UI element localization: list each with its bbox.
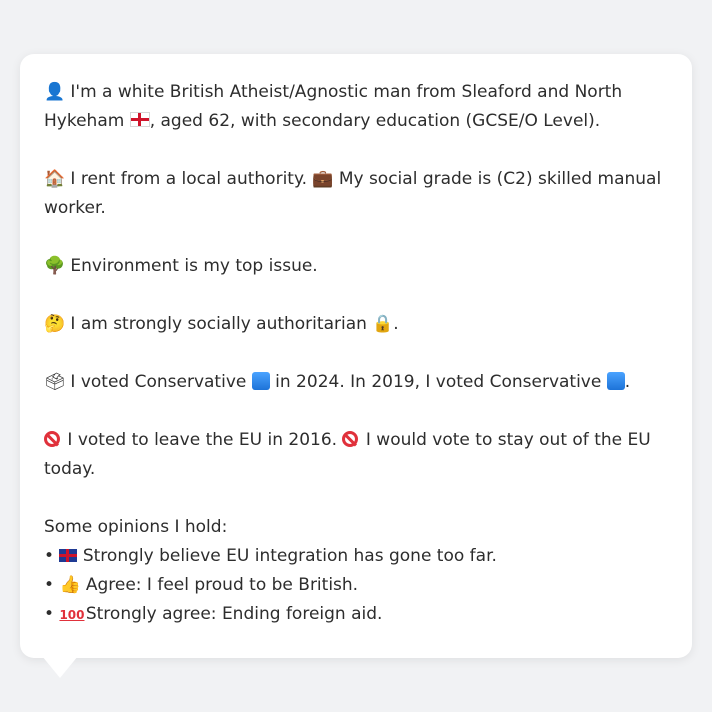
brexit-2016-text: I voted to leave the EU in 2016. xyxy=(67,430,338,450)
bullet: • xyxy=(44,546,55,566)
hundred-points-icon: 100 xyxy=(59,608,85,622)
demographics-text-suffix: , aged 62, with secondary education (GCS… xyxy=(149,111,601,131)
opinion-text: Agree: I feel proud to be British. xyxy=(85,575,359,595)
brexit-line: I voted to leave the EU in 2016. I would… xyxy=(44,426,668,484)
ideology-line: 🤔 I am strongly socially authoritarian 🔒… xyxy=(44,310,668,339)
opinion-item: • Strongly believe EU integration has go… xyxy=(44,542,668,571)
thinking-face-icon: 🤔 xyxy=(44,314,66,334)
england-flag-icon xyxy=(129,112,150,127)
bullet: • xyxy=(44,604,55,624)
ideology-end: . xyxy=(393,314,399,334)
bust-silhouette-icon: 👤 xyxy=(44,82,66,102)
ballot-box-icon: 🗳 xyxy=(44,372,66,392)
ideology-text: I am strongly socially authoritarian xyxy=(70,314,367,334)
vote-2019-text: in 2024. In 2019, I voted Conservative xyxy=(275,372,602,392)
housing-line: 🏠 I rent from a local authority. 💼 My so… xyxy=(44,165,668,223)
briefcase-icon: 💼 xyxy=(312,169,334,189)
voting-end: . xyxy=(624,372,631,392)
opinion-text: Strongly believe EU integration has gone… xyxy=(82,546,497,566)
tree-icon: 🌳 xyxy=(44,256,66,276)
housing-text: I rent from a local authority. xyxy=(70,169,307,189)
persona-card: 👤 I'm a white British Atheist/Agnostic m… xyxy=(20,54,692,658)
uk-flag-icon xyxy=(59,549,78,562)
bullet: • xyxy=(44,575,55,595)
blue-square-icon xyxy=(251,372,270,390)
opinion-text: Strongly agree: Ending foreign aid. xyxy=(85,604,383,624)
opinions-heading: Some opinions I hold: xyxy=(44,517,228,537)
demographics-line: 👤 I'm a white British Atheist/Agnostic m… xyxy=(44,78,668,136)
blue-square-icon xyxy=(606,372,625,390)
vote-2024-text: I voted Conservative xyxy=(70,372,247,392)
opinion-item: • 100 Strongly agree: Ending foreign aid… xyxy=(44,600,668,630)
house-icon: 🏠 xyxy=(44,169,66,189)
top-issue-line: 🌳 Environment is my top issue. xyxy=(44,252,668,281)
voting-line: 🗳 I voted Conservative in 2024. In 2019,… xyxy=(44,368,668,397)
opinion-item: • 👍 Agree: I feel proud to be British. xyxy=(44,571,668,600)
thumbs-up-icon: 👍 xyxy=(59,575,81,595)
lock-icon: 🔒 xyxy=(372,314,394,334)
no-entry-icon xyxy=(44,431,60,447)
no-entry-icon xyxy=(342,431,359,447)
top-issue-text: Environment is my top issue. xyxy=(70,256,318,276)
speech-bubble-tail xyxy=(42,656,78,678)
